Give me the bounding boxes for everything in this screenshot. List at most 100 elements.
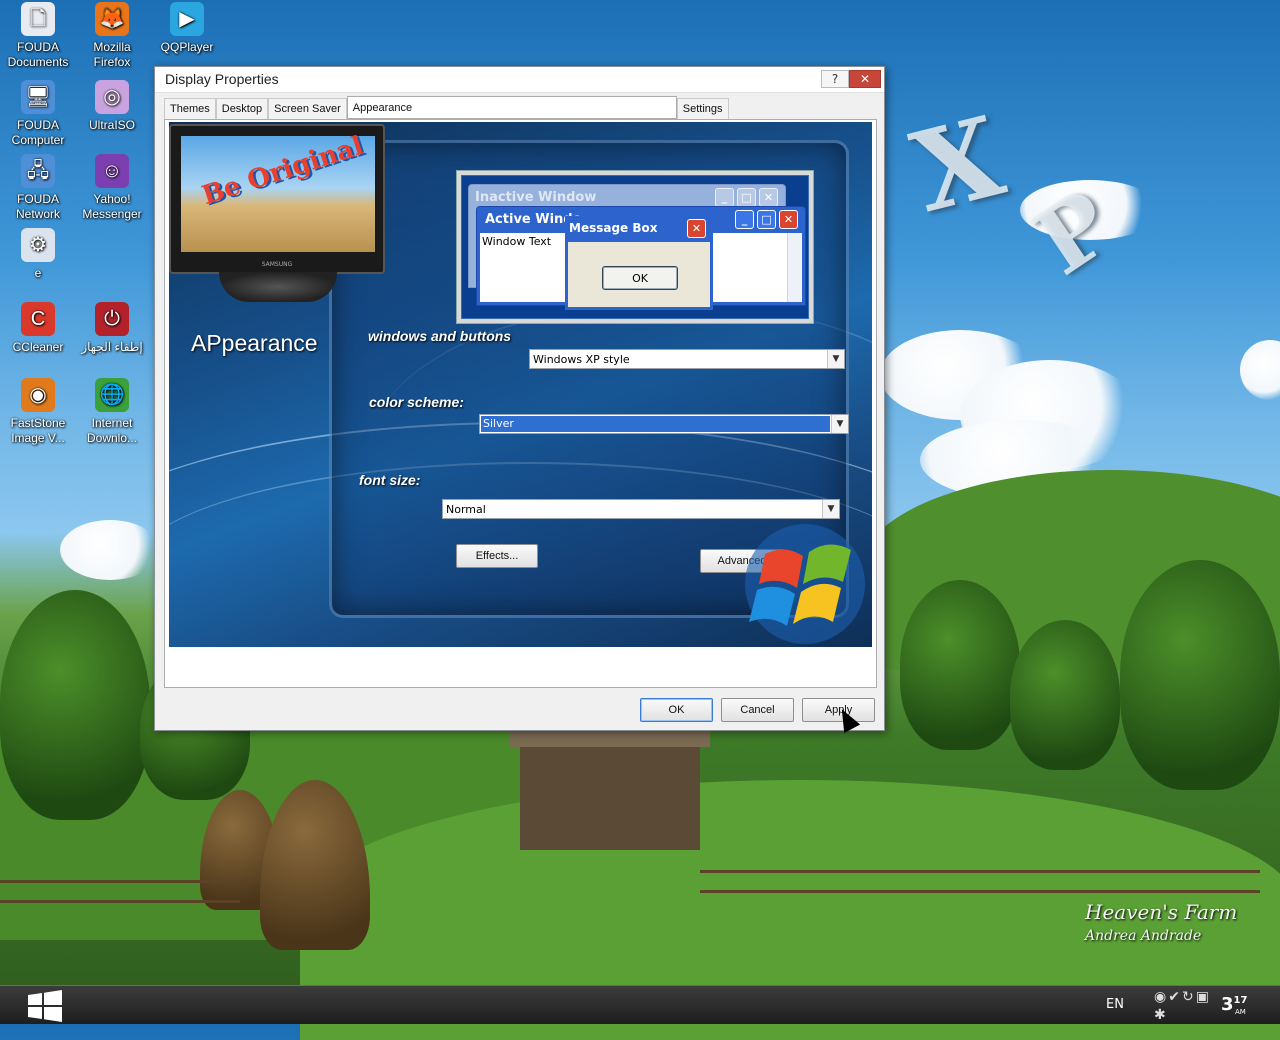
ok-button[interactable]: OK <box>640 698 713 722</box>
start-button-windows-icon[interactable] <box>26 990 64 1022</box>
network-icon[interactable]: ◉ <box>1154 989 1166 1005</box>
ccleaner-shortcut[interactable]: C CCleaner <box>0 302 76 355</box>
maximize-icon: □ <box>737 188 756 207</box>
preview-desktop: Inactive Window _ □ ✕ Active Windo _ □ ✕… <box>461 175 809 319</box>
shutdown-icon: ⏻ <box>95 302 129 336</box>
message-box-ok-button: OK <box>602 266 678 290</box>
color-scheme-value: Silver <box>481 416 830 432</box>
inactive-window-title: Inactive Window <box>475 190 597 205</box>
cancel-button[interactable]: Cancel <box>721 698 794 722</box>
desktop-icon-label: QQPlayer <box>160 40 214 54</box>
dialog-titlebar[interactable]: Display Properties ? ✕ <box>155 67 884 93</box>
appearance-artwork: Be Original SAMSUNG APpearance Inactive … <box>169 122 872 647</box>
close-icon: ✕ <box>687 219 706 238</box>
display-properties-dialog: Display Properties ? ✕ Themes Desktop Sc… <box>154 66 885 731</box>
tab-desktop[interactable]: Desktop <box>215 98 269 119</box>
desktop-icon-label: FOUDA Network <box>15 192 60 221</box>
e-shortcut[interactable]: ⚙ e <box>0 228 76 281</box>
yahoo-messenger-icon: ☺ <box>95 154 129 188</box>
signature-line2: Andrea Andrade <box>1085 928 1202 944</box>
tab-settings[interactable]: Settings <box>676 98 729 119</box>
update-icon[interactable]: ↻ <box>1182 989 1194 1005</box>
ultraiso-shortcut[interactable]: ◎ UltraISO <box>74 80 150 133</box>
desktop-icon-label: Internet Downlo... <box>86 416 138 445</box>
action-center-icon[interactable]: ✱ <box>1154 1007 1166 1023</box>
ccleaner-icon: C <box>21 302 55 336</box>
fouda-documents-shortcut[interactable]: 🗋 FOUDA Documents <box>0 2 76 70</box>
appearance-heading: APpearance <box>191 330 318 356</box>
minimize-icon: _ <box>735 210 754 229</box>
close-icon: ✕ <box>779 210 798 229</box>
close-icon: ✕ <box>859 72 871 86</box>
monitor-stand <box>219 272 337 302</box>
windows-and-buttons-value: Windows XP style <box>533 353 630 366</box>
desktop-icon-label: إطفاء الجهاز <box>81 340 143 354</box>
desktop-icon-label: Mozilla Firefox <box>93 40 131 69</box>
shutdown-shortcut[interactable]: ⏻ إطفاء الجهاز <box>74 302 150 355</box>
monitor-wallpaper-logo: Be Original <box>198 130 368 212</box>
wallpaper-signature: Heaven's Farm Andrea Andrade <box>1085 900 1237 944</box>
chevron-down-icon[interactable]: ▼ <box>827 350 844 368</box>
effects-button[interactable]: Effects... <box>456 544 538 568</box>
mozilla-firefox-shortcut[interactable]: 🦊 Mozilla Firefox <box>74 2 150 70</box>
desktop-icon-label: FOUDA Computer <box>11 118 65 147</box>
windows-and-buttons-label: windows and buttons <box>368 328 512 344</box>
minimize-icon: _ <box>715 188 734 207</box>
font-size-value: Normal <box>446 503 486 516</box>
clock-hour: 3 <box>1221 994 1234 1015</box>
chevron-down-icon[interactable]: ▼ <box>831 415 848 433</box>
tab-appearance[interactable]: Appearance <box>346 96 677 119</box>
faststone-image-viewer-shortcut[interactable]: ◉ FastStone Image V... <box>0 378 76 446</box>
desktop-icon-label: e <box>34 266 42 280</box>
language-indicator[interactable]: EN <box>1106 997 1124 1012</box>
message-box-preview: Message Box ✕ OK <box>565 216 713 310</box>
preview-scrollbar <box>787 233 802 302</box>
font-size-label: font size: <box>359 472 421 488</box>
close-button[interactable]: ✕ <box>849 70 881 88</box>
desktop-icon-label: FOUDA Documents <box>7 40 69 69</box>
monitor-brand: SAMSUNG <box>261 261 293 268</box>
message-box-title: Message Box <box>569 221 658 235</box>
yahoo-messenger-shortcut[interactable]: ☺ Yahoo! Messenger <box>74 154 150 222</box>
dialog-title: Display Properties <box>165 71 279 87</box>
windows-logo-icon <box>745 524 865 644</box>
clock-ampm: AM <box>1235 1008 1246 1016</box>
close-icon: ✕ <box>759 188 778 207</box>
windows-and-buttons-select[interactable]: Windows XP style ▼ <box>529 349 845 369</box>
color-scheme-select[interactable]: Silver ▼ <box>479 414 849 434</box>
desktop-icon-label: CCleaner <box>12 340 64 354</box>
fouda-network-shortcut[interactable]: 🖧 FOUDA Network <box>0 154 76 222</box>
clock-minute: 17 <box>1233 995 1248 1006</box>
taskbar-clock[interactable]: 317 AM <box>1221 994 1248 1016</box>
taskbar: EN ◉ ✔ ↻ ▣ ✱ 317 AM <box>0 985 1280 1024</box>
internet-download-manager-shortcut[interactable]: 🌐 Internet Downlo... <box>74 378 150 446</box>
fouda-network-icon: 🖧 <box>21 154 55 188</box>
faststone-image-viewer-icon: ◉ <box>21 378 55 412</box>
mozilla-firefox-icon: 🦊 <box>95 2 129 36</box>
desktop-icon-label: UltraISO <box>88 118 135 132</box>
color-scheme-label: color scheme: <box>369 394 464 410</box>
tab-screen-saver[interactable]: Screen Saver <box>268 98 347 119</box>
appearance-panel: Be Original SAMSUNG APpearance Inactive … <box>164 119 877 688</box>
internet-download-manager-icon: 🌐 <box>95 378 129 412</box>
printer-icon[interactable]: ▣ <box>1196 989 1209 1005</box>
qqplayer-icon: ▶ <box>170 2 204 36</box>
help-button[interactable]: ? <box>821 70 849 88</box>
window-text: Window Text <box>482 235 552 248</box>
maximize-icon: □ <box>757 210 776 229</box>
fouda-computer-icon: 🖥 <box>21 80 55 114</box>
signature-line1: Heaven's Farm <box>1085 900 1238 924</box>
tab-themes[interactable]: Themes <box>164 98 216 119</box>
help-icon: ? <box>831 72 839 86</box>
e-icon: ⚙ <box>21 228 55 262</box>
tab-strip: Themes Desktop Screen Saver Appearance S… <box>164 96 729 119</box>
fouda-computer-shortcut[interactable]: 🖥 FOUDA Computer <box>0 80 76 148</box>
window-preview: Inactive Window _ □ ✕ Active Windo _ □ ✕… <box>456 170 814 324</box>
desktop-x-decoration: X <box>900 91 1015 238</box>
fouda-documents-icon: 🗋 <box>21 2 55 36</box>
monitor-screen: Be Original <box>181 131 375 252</box>
security-shield-icon[interactable]: ✔ <box>1168 989 1180 1005</box>
message-box-titlebar: Message Box ✕ <box>565 216 713 242</box>
monitor-preview: Be Original SAMSUNG <box>169 124 385 274</box>
qqplayer-shortcut[interactable]: ▶ QQPlayer <box>149 2 225 55</box>
